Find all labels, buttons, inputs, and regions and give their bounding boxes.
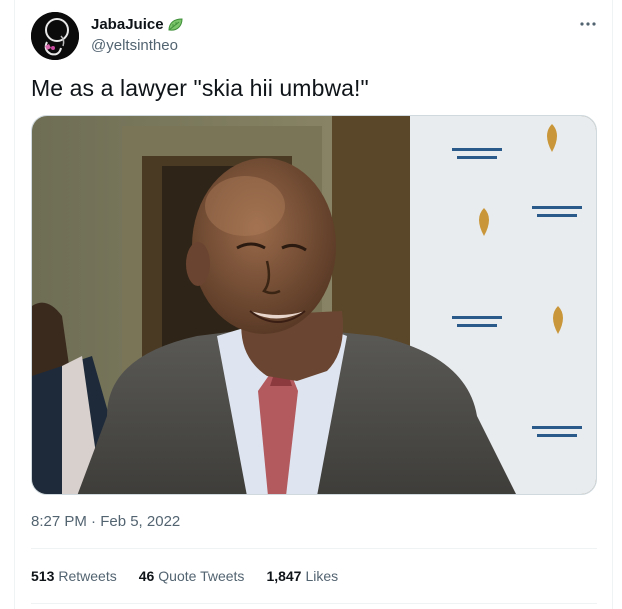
more-horizontal-icon [580, 22, 596, 26]
likes-count: 1,847 [266, 568, 302, 584]
quote-tweets-count: 46 [138, 568, 155, 584]
retweets-label: Retweets [58, 568, 117, 584]
tweet-photo[interactable] [31, 115, 597, 495]
author-handle[interactable]: @yeltsintheo [91, 37, 178, 54]
divider [31, 603, 597, 604]
author-display-name[interactable]: JabaJuice [91, 16, 164, 33]
avatar[interactable] [31, 12, 79, 60]
leaf-icon [168, 17, 183, 31]
tweet-text: Me as a lawyer "skia hii umbwa!" [31, 75, 369, 101]
likes-label: Likes [305, 568, 339, 584]
tweet-stats: 513 Retweets 46 Quote Tweets 1,847 Likes [31, 568, 338, 584]
quote-tweets-stat[interactable]: 46 Quote Tweets [139, 568, 245, 584]
retweets-stat[interactable]: 513 Retweets [31, 568, 117, 584]
retweets-count: 513 [31, 568, 55, 584]
photo-image [32, 116, 596, 494]
likes-stat[interactable]: 1,847 Likes [266, 568, 338, 584]
avatar-image [31, 12, 79, 60]
quote-tweets-label: Quote Tweets [158, 568, 245, 584]
more-options-button[interactable] [578, 14, 598, 34]
tweet-timestamp[interactable]: 8:27 PM · Feb 5, 2022 [31, 513, 180, 530]
divider [31, 548, 597, 549]
author-name[interactable]: JabaJuice [91, 16, 183, 33]
